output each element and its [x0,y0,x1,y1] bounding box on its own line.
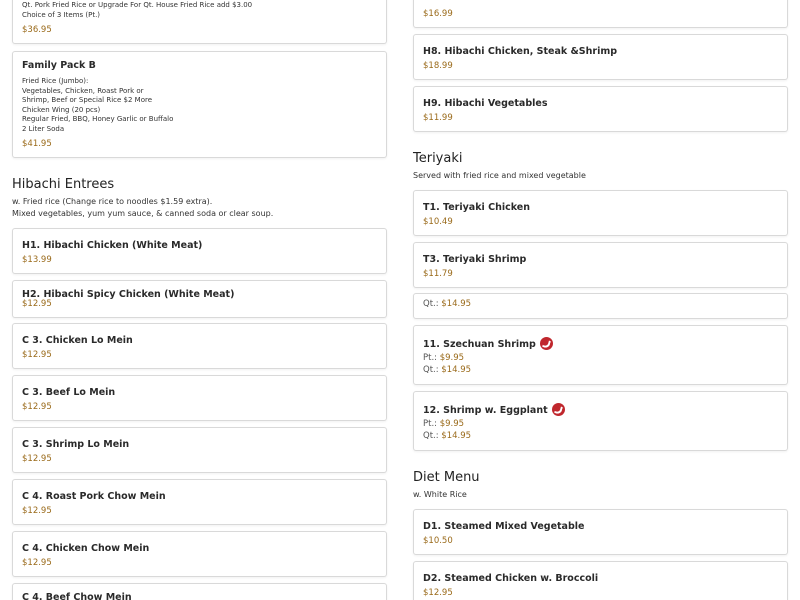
item-pt-price: Pt.: $9.95 [423,419,465,429]
menu-item-d2[interactable]: D2. Steamed Chicken w. Broccoli $12.95 [413,561,788,600]
menu-item-h8[interactable]: H8. Hibachi Chicken, Steak &Shrimp $18.9… [413,34,788,80]
menu-item-shrimp-lo-mein[interactable]: C 3. Shrimp Lo Mein $12.95 [12,427,387,473]
item-name: 11. Szechuan Shrimp [423,337,553,350]
menu-item-card[interactable]: Qt.: $14.95 [413,293,788,319]
item-price: $12.95 [22,506,52,516]
item-name: C 3. Chicken Lo Mein [22,335,133,346]
item-price: $13.99 [22,255,52,265]
hot-pepper-icon [539,337,553,350]
right-menu-column: $16.99 H8. Hibachi Chicken, Steak &Shrim… [413,0,789,600]
item-qt-price: Qt.: $14.95 [423,431,472,441]
item-name: H8. Hibachi Chicken, Steak &Shrimp [423,46,618,57]
item-name: C 3. Beef Lo Mein [22,387,116,398]
item-name: C 4. Beef Chow Mein [22,592,132,600]
hot-pepper-icon [551,403,565,416]
section-title-diet-menu: Diet Menu [413,470,480,485]
item-name: Family Pack B [22,60,96,71]
item-description: Fried Rice (Jumbo): Vegetables, Chicken,… [22,77,174,133]
item-name: T3. Teriyaki Shrimp [423,254,527,265]
section-subtitle-teriyaki: Served with fried rice and mixed vegetab… [413,171,586,180]
menu-item-beef-lo-mein[interactable]: C 3. Beef Lo Mein $12.95 [12,375,387,421]
item-pt-price: Pt.: $9.95 [423,353,465,363]
item-price: $11.99 [423,113,453,123]
item-description: Qt. Pork Fried Rice or Upgrade For Qt. H… [22,1,253,19]
item-price: $18.99 [423,61,453,71]
item-name: C 3. Shrimp Lo Mein [22,439,130,450]
menu-item-t1[interactable]: T1. Teriyaki Chicken $10.49 [413,190,788,236]
item-price: $12.95 [22,454,52,464]
section-subtitle-diet-menu: w. White Rice [413,490,467,499]
menu-item-card[interactable]: $16.99 [413,0,788,28]
item-name: D1. Steamed Mixed Vegetable [423,521,585,532]
left-menu-column: Qt. Pork Fried Rice or Upgrade For Qt. H… [12,0,388,600]
item-price: $10.49 [423,217,453,227]
item-name: C 4. Chicken Chow Mein [22,543,150,554]
menu-item-card[interactable]: Qt. Pork Fried Rice or Upgrade For Qt. H… [12,0,387,44]
item-price: $10.50 [423,536,453,546]
menu-item-d1[interactable]: D1. Steamed Mixed Vegetable $10.50 [413,509,788,555]
menu-item-h9[interactable]: H9. Hibachi Vegetables $11.99 [413,86,788,132]
item-qt-price: Qt.: $14.95 [423,299,472,309]
item-name: C 4. Roast Pork Chow Mein [22,491,166,502]
menu-item-h1[interactable]: H1. Hibachi Chicken (White Meat) $13.99 [12,228,387,274]
menu-item-chicken-lo-mein[interactable]: C 3. Chicken Lo Mein $12.95 [12,323,387,369]
item-price: $11.79 [423,269,453,279]
item-price: $16.99 [423,9,453,19]
menu-item-szechuan-shrimp[interactable]: 11. Szechuan Shrimp Pt.: $9.95 Qt.: $14.… [413,325,788,385]
item-price: $12.95 [423,588,453,598]
section-subtitle-hibachi: w. Fried rice (Change rice to noodles $1… [12,197,274,218]
item-name: H9. Hibachi Vegetables [423,98,548,109]
section-title-teriyaki: Teriyaki [413,151,463,166]
item-price: $12.95 [22,402,52,412]
item-price: $12.95 [22,558,52,568]
menu-item-beef-chow-mein[interactable]: C 4. Beef Chow Mein [12,583,387,600]
section-title-hibachi: Hibachi Entrees [12,177,115,192]
menu-item-chicken-chow-mein[interactable]: C 4. Chicken Chow Mein $12.95 [12,531,387,577]
item-price: $12.95 [22,299,52,309]
item-name: H2. Hibachi Spicy Chicken (White Meat) [22,289,235,300]
menu-item-roast-pork-chow-mein[interactable]: C 4. Roast Pork Chow Mein $12.95 [12,479,387,525]
item-name: D2. Steamed Chicken w. Broccoli [423,573,599,584]
item-name: 12. Shrimp w. Eggplant [423,403,565,416]
item-name: H1. Hibachi Chicken (White Meat) [22,240,203,251]
menu-item-family-pack-b[interactable]: Family Pack B Fried Rice (Jumbo): Vegeta… [12,51,387,158]
menu-item-h2[interactable]: H2. Hibachi Spicy Chicken (White Meat) $… [12,280,387,318]
item-price: $36.95 [22,25,52,35]
item-price: $41.95 [22,139,52,149]
item-price: $12.95 [22,350,52,360]
menu-item-shrimp-eggplant[interactable]: 12. Shrimp w. Eggplant Pt.: $9.95 Qt.: $… [413,391,788,451]
menu-item-t3[interactable]: T3. Teriyaki Shrimp $11.79 [413,242,788,288]
item-qt-price: Qt.: $14.95 [423,365,472,375]
item-name: T1. Teriyaki Chicken [423,202,530,213]
